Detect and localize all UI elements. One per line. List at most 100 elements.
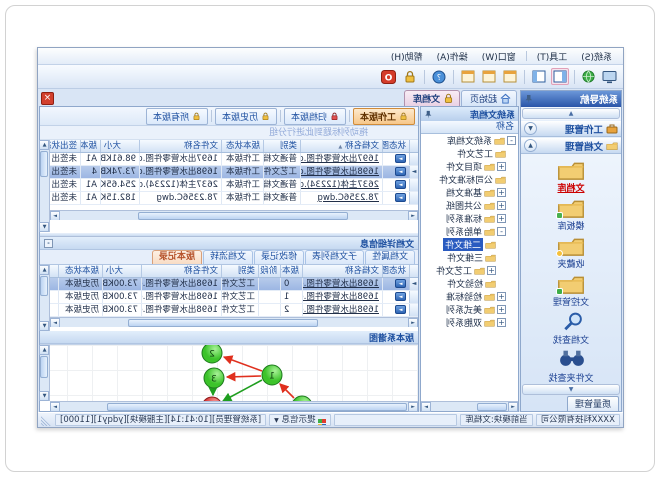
collapse-panel-icon[interactable]: -	[44, 239, 53, 248]
sidebar-item-favorites[interactable]: 收藏夹	[526, 235, 616, 270]
history-version-button[interactable]: 历史版本	[215, 108, 277, 125]
menu-tools[interactable]: 工具(T)	[531, 49, 574, 64]
panel-view-icon[interactable]	[551, 68, 569, 85]
table-row-selected[interactable]: ► ► 1698出水管零件图.dwg 0 工艺文件 1698出水管零件图.dwg…	[50, 278, 418, 291]
col-category[interactable]: 类别	[221, 265, 258, 277]
table-row[interactable]: ► 78.2356C.dwg 普通文档 工作版本 78.2356C.dwg 18…	[50, 192, 418, 205]
version-node-1[interactable]: 1	[262, 365, 282, 385]
grid-horizontal-scrollbar[interactable]: ◄ ►	[50, 317, 418, 327]
sidebar-item-doc-control[interactable]: 文控管理	[526, 273, 616, 308]
col-version-no[interactable]: 版本号	[80, 140, 100, 152]
sidebar-item-template-library[interactable]: 模板库	[526, 197, 616, 232]
lock-icon[interactable]	[401, 68, 419, 85]
scroll-left-icon[interactable]: ◄	[408, 211, 418, 221]
window-cascade-icon[interactable]	[501, 68, 519, 85]
scrollbar-thumb[interactable]	[477, 403, 507, 411]
tab-doc-flow[interactable]: 文档流转	[203, 250, 253, 264]
help-icon[interactable]: ?	[430, 68, 448, 85]
tab-document-library[interactable]: 文档库	[404, 90, 460, 106]
group-header-work[interactable]: 工作管理 ▼	[521, 120, 621, 137]
sidebar-scroll-down[interactable]: ▼	[522, 384, 620, 395]
pin-icon[interactable]	[424, 110, 433, 119]
tree-node[interactable]: +检验标准	[421, 290, 518, 303]
col-status-icon[interactable]: 状态图	[382, 265, 409, 277]
tree-node[interactable]: -系统文档库	[421, 134, 518, 147]
tab-version-log[interactable]: 版本记录	[152, 250, 202, 264]
table-row[interactable]: ► 1698出水管零件图.dwg 2 工艺文件 1698出水管零件图.dwg 7…	[50, 304, 418, 317]
chevron-down-icon[interactable]: ▼	[524, 122, 537, 135]
tree-node-selected[interactable]: 二维文件	[421, 238, 518, 251]
globe-icon[interactable]	[580, 68, 598, 85]
grid-vertical-scrollbar[interactable]: ▲ ▼	[40, 140, 50, 232]
tree-node[interactable]: 检验文件	[421, 277, 518, 290]
scroll-up-icon[interactable]: ▲	[40, 265, 50, 275]
scroll-down-icon[interactable]: ▼	[40, 222, 50, 232]
sidebar-item-doc-search[interactable]: 文档查找	[526, 311, 616, 346]
archive-version-button[interactable]: 归档版本	[284, 108, 346, 125]
scrollbar-thumb[interactable]	[41, 151, 49, 177]
sidebar-item-folder-search[interactable]: 文件夹查找	[526, 349, 616, 383]
table-row-selected[interactable]: ► ► 1698出水管零件图.dwg 工艺文件 工作版本 1698出水管零件图.…	[50, 166, 418, 179]
tree-node[interactable]: -单胎系列	[421, 225, 518, 238]
group-header-doc[interactable]: 文档管理 ▲	[521, 137, 621, 154]
chevron-up-icon[interactable]: ▲	[524, 139, 537, 152]
sidebar-scroll-up[interactable]: ▲	[522, 108, 620, 119]
col-checkout-status[interactable]: 签出状态	[50, 140, 80, 152]
tab-modify-log[interactable]: 修改记录	[254, 250, 304, 264]
col-doc-name[interactable]: 文档名称	[302, 265, 382, 277]
scroll-down-icon[interactable]: ▼	[40, 391, 50, 401]
scrollbar-thumb[interactable]	[41, 276, 49, 296]
resize-grip[interactable]	[41, 415, 52, 426]
col-version-status[interactable]: 版本状态	[58, 265, 102, 277]
scroll-left-icon[interactable]: ◄	[408, 318, 418, 328]
col-doc-name[interactable]: 文档名称 ▲	[300, 140, 382, 152]
power-icon[interactable]: O	[380, 68, 398, 85]
tree-node[interactable]: +项目文件	[421, 160, 518, 173]
graph-horizontal-scrollbar[interactable]: ◄ ►	[50, 401, 418, 411]
tree-node[interactable]: +美式系列	[421, 303, 518, 316]
graph-vertical-scrollbar[interactable]: ▲ ▼	[40, 345, 50, 401]
layout-view-icon[interactable]	[530, 68, 548, 85]
tab-subdoc-list[interactable]: 子文档列表	[305, 250, 364, 264]
col-size[interactable]: 大小	[102, 265, 141, 277]
window-tile-icon[interactable]	[480, 68, 498, 85]
window-list-icon[interactable]	[459, 68, 477, 85]
table-row[interactable]: ► 2637主体(12234).dwg 普通文档 工作版本 2637主体(122…	[50, 179, 418, 192]
tree-node[interactable]: 三维文件	[421, 251, 518, 264]
col-stage[interactable]: 阶段	[258, 265, 280, 277]
scroll-right-icon[interactable]: ►	[421, 402, 431, 412]
menu-system[interactable]: 系统(S)	[575, 49, 618, 64]
tree-node[interactable]: +工艺文件	[421, 264, 518, 277]
version-node-3[interactable]: 3	[204, 368, 224, 388]
scroll-down-icon[interactable]: ▼	[40, 321, 50, 331]
version-node-2[interactable]: 2	[202, 345, 222, 363]
col-status-icon[interactable]: 状态图	[382, 140, 409, 152]
tab-start-page[interactable]: 起始页	[461, 90, 517, 106]
tree-node[interactable]: 工艺文件	[421, 147, 518, 160]
col-file-name[interactable]: 文件名称	[141, 265, 221, 277]
table-row[interactable]: ► 1697出水管零件图.dwg 普通文档 工作版本 1697出水管零件图.dw…	[50, 153, 418, 166]
scroll-right-icon[interactable]: ►	[50, 211, 60, 221]
col-version-no[interactable]: 版本号	[280, 265, 302, 277]
tree-node[interactable]: +基准文档	[421, 186, 518, 199]
col-version-status[interactable]: 版本状态	[221, 140, 263, 152]
scrollbar-thumb[interactable]	[107, 403, 407, 411]
scrollbar-thumb[interactable]	[128, 319, 318, 327]
tree-node[interactable]: +双胞系列	[421, 316, 518, 329]
tip-dropdown[interactable]: 提示信息 ▼	[269, 414, 331, 426]
scroll-up-icon[interactable]: ▲	[40, 345, 50, 355]
tree-horizontal-scrollbar[interactable]: ◄ ►	[421, 401, 518, 411]
grid-vertical-scrollbar[interactable]: ▲ ▼	[40, 265, 50, 331]
menu-window[interactable]: 窗口(W)	[476, 49, 522, 64]
scroll-right-icon[interactable]: ►	[50, 318, 60, 328]
sidebar-item-document-library[interactable]: 文档库	[526, 159, 616, 194]
col-file-name[interactable]: 文件名称	[139, 140, 221, 152]
scroll-right-icon[interactable]: ►	[50, 402, 60, 412]
scrollbar-thumb[interactable]	[41, 356, 49, 378]
menu-help[interactable]: 帮助(H)	[385, 49, 429, 64]
table-row[interactable]: ► 1698出水管零件图.dwg 1 工艺文件 1698出水管零件图.dwg 7…	[50, 291, 418, 304]
tab-doc-properties[interactable]: 文档属性	[365, 250, 415, 264]
tab-quality-management[interactable]: 质量管理	[567, 396, 619, 411]
tree-name-column-header[interactable]: 名称	[421, 121, 518, 134]
col-size[interactable]: 大小	[100, 140, 139, 152]
